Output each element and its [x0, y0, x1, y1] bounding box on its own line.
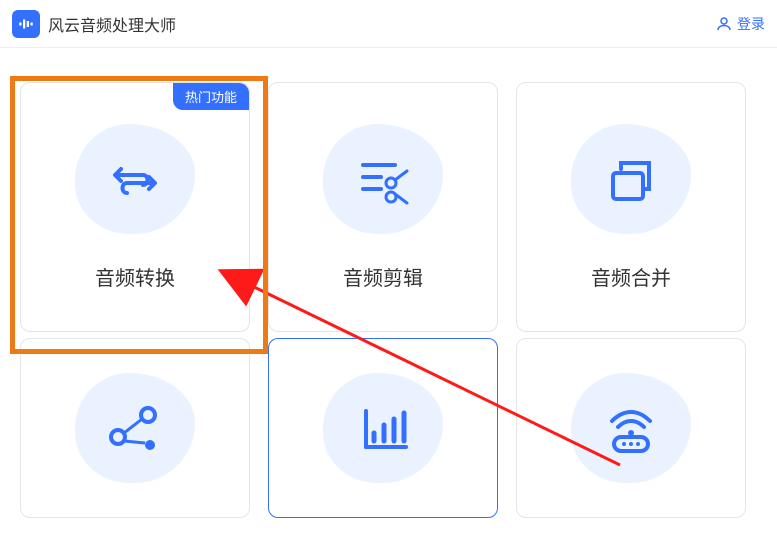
- card-label: 音频转换: [95, 262, 175, 291]
- card-share[interactable]: [20, 338, 250, 518]
- user-icon: [715, 15, 733, 33]
- feature-grid-row2: [0, 338, 777, 538]
- app-title: 风云音频处理大师: [48, 12, 176, 36]
- bars-icon: [323, 373, 443, 483]
- login-label: 登录: [737, 14, 765, 34]
- card-label: 音频剪辑: [343, 262, 423, 291]
- card-stats[interactable]: [268, 338, 498, 518]
- card-wifi[interactable]: [516, 338, 746, 518]
- nodes-icon: [75, 373, 195, 483]
- wifi-icon: [571, 373, 691, 483]
- cut-icon: [323, 124, 443, 234]
- swap-icon: [75, 124, 195, 234]
- header-left: 风云音频处理大师: [12, 10, 176, 38]
- login-button[interactable]: 登录: [715, 14, 765, 34]
- hot-badge: 热门功能: [173, 83, 249, 110]
- card-label: 音频合并: [591, 262, 671, 291]
- card-audio-edit[interactable]: 音频剪辑: [268, 82, 498, 332]
- app-header: 风云音频处理大师 登录: [0, 0, 777, 48]
- app-logo-icon: [12, 10, 40, 38]
- card-audio-convert[interactable]: 热门功能 音频转换: [20, 82, 250, 332]
- feature-grid: 热门功能 音频转换 音频剪辑: [0, 48, 777, 352]
- stack-icon: [571, 124, 691, 234]
- card-audio-merge[interactable]: 音频合并: [516, 82, 746, 332]
